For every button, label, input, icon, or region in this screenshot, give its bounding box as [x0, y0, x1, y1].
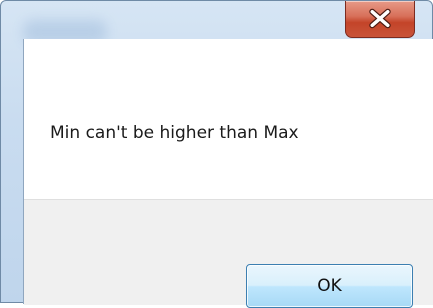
message-area: Min can't be higher than Max: [24, 39, 433, 199]
button-bar: OK: [24, 199, 433, 308]
title-bar: [1, 1, 432, 44]
message-text: Min can't be higher than Max: [50, 123, 299, 143]
close-icon: [369, 8, 391, 29]
close-button[interactable]: [345, 1, 415, 38]
dialog-body: Min can't be higher than Max OK: [23, 39, 433, 308]
dialog-window: Min can't be higher than Max OK: [0, 0, 433, 308]
ok-button[interactable]: OK: [246, 264, 413, 308]
